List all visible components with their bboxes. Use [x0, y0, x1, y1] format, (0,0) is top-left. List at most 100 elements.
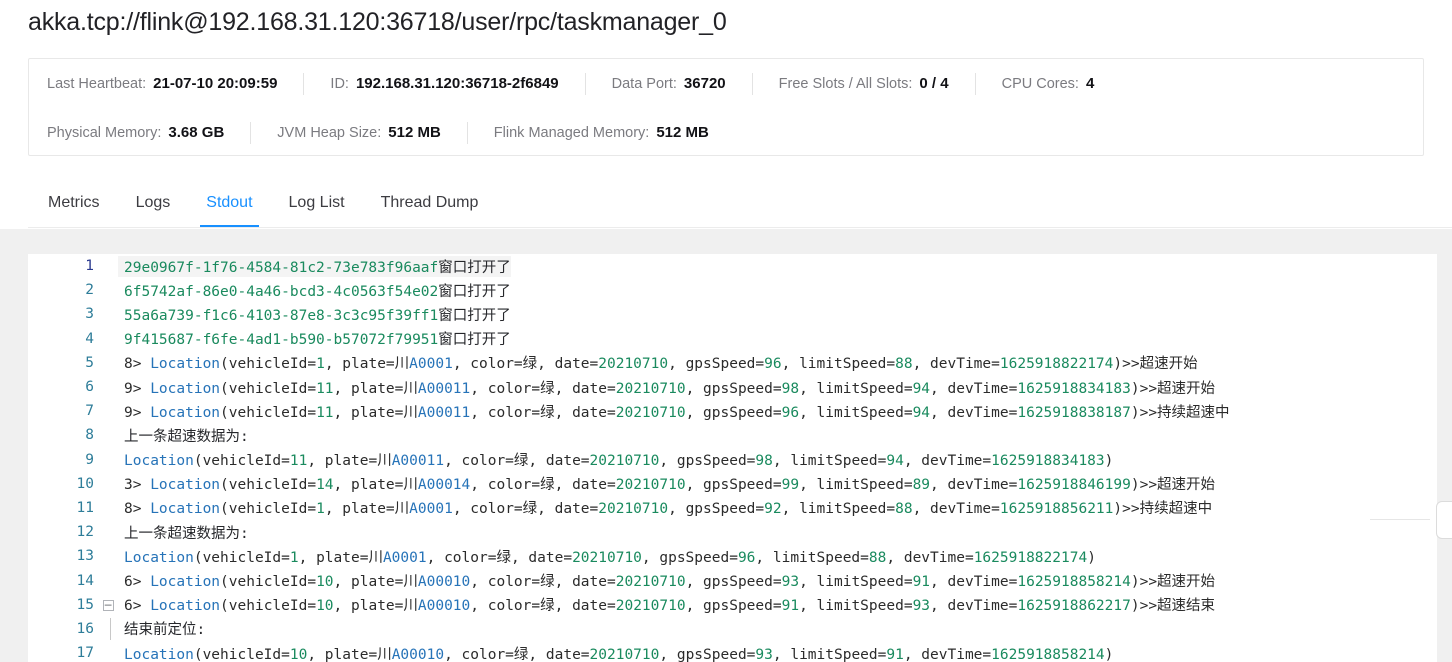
- code-text: 8> Location(vehicleId=1, plate=川A0001, c…: [118, 497, 1212, 518]
- code-token: (vehicleId=: [193, 646, 290, 662]
- code-line[interactable]: 4 9f415687-f6fe-4ad1-b590-b57072f79951窗口打…: [28, 327, 1437, 351]
- tab-metrics[interactable]: Metrics: [28, 178, 118, 227]
- info-label: Flink Managed Memory:: [493, 125, 650, 141]
- code-token: , color=绿, date=: [470, 477, 616, 494]
- code-token: 3>: [124, 477, 151, 494]
- code-token: 窗口打开了: [438, 332, 511, 349]
- code-text: Location(vehicleId=11, plate=川A00011, co…: [118, 449, 1113, 470]
- tab-logs[interactable]: Logs: [118, 178, 189, 227]
- code-token: 窗口打开了: [438, 259, 511, 276]
- code-token: 川: [394, 501, 410, 518]
- code-line[interactable]: 2 6f5742af-86e0-4a46-bcd3-4c0563f54e02窗口打…: [28, 278, 1437, 302]
- code-token: , limitSpeed=: [799, 380, 913, 397]
- code-line[interactable]: 13 Location(vehicleId=1, plate=川A0001, co…: [28, 544, 1437, 568]
- code-token: , limitSpeed=: [781, 501, 896, 518]
- tab-thread-dump[interactable]: Thread Dump: [363, 178, 497, 227]
- code-token: , gpsSpeed=: [685, 598, 782, 615]
- line-number: 4: [85, 330, 94, 347]
- code-line[interactable]: 1 29e0967f-1f76-4584-81c2-73e783f96aaf窗口打…: [28, 254, 1437, 278]
- code-text: 6> Location(vehicleId=10, plate=川A00010,…: [118, 570, 1215, 591]
- code-line[interactable]: 11 8> Location(vehicleId=1, plate=川A0001,…: [28, 496, 1437, 520]
- code-token: 98: [781, 380, 800, 397]
- code-token: 川: [403, 404, 418, 421]
- code-token: , devTime=: [930, 598, 1018, 615]
- code-token: 川: [403, 477, 418, 494]
- code-token: 20210710: [598, 356, 669, 373]
- code-token: , color=绿, date=: [444, 646, 590, 662]
- tab-stdout[interactable]: Stdout: [188, 178, 270, 227]
- code-token: 96: [781, 404, 800, 421]
- code-token: , limitSpeed=: [781, 356, 896, 373]
- code-token: A00014: [417, 477, 471, 494]
- code-token: 川: [403, 598, 418, 615]
- code-text: Location(vehicleId=10, plate=川A00010, co…: [118, 643, 1113, 662]
- code-token: 88: [895, 501, 913, 518]
- info-row-secondary: Physical Memory: 3.68 GB JVM Heap Size: 512…: [29, 108, 1423, 157]
- code-token: 89: [912, 477, 931, 494]
- code-line[interactable]: 12 上一条超速数据为:: [28, 520, 1437, 544]
- code-token: 1625918858214: [1017, 574, 1131, 591]
- code-token: , plate=: [298, 549, 369, 566]
- code-line[interactable]: 8 上一条超速数据为:: [28, 423, 1437, 447]
- line-number: 8: [85, 427, 94, 444]
- code-token: , color=绿, date=: [444, 453, 590, 470]
- code-token: (vehicleId=: [193, 549, 290, 566]
- code-line[interactable]: 6 9> Location(vehicleId=11, plate=川A00011…: [28, 375, 1437, 399]
- code-token: Location: [124, 549, 194, 566]
- code-line[interactable]: 16 结束前定位:: [28, 617, 1437, 641]
- code-line[interactable]: 7 9> Location(vehicleId=11, plate=川A00011…: [28, 399, 1437, 423]
- info-item: CPU Cores: 4: [1002, 75, 1095, 92]
- code-token: Location: [150, 380, 221, 397]
- code-token: , gpsSpeed=: [659, 453, 756, 470]
- code-token: (vehicleId=: [220, 356, 317, 373]
- code-token: (vehicleId=: [220, 598, 317, 615]
- info-label: Data Port:: [611, 76, 677, 92]
- code-token: 14: [316, 477, 334, 494]
- code-token: 窗口打开了: [438, 307, 511, 324]
- line-number: 7: [85, 403, 94, 420]
- info-label: Free Slots / All Slots:: [778, 76, 913, 92]
- code-token: , plate=: [307, 646, 378, 662]
- code-line[interactable]: 9 Location(vehicleId=11, plate=川A00011, c…: [28, 448, 1437, 472]
- info-value: 512 MB: [388, 124, 441, 141]
- code-text: 上一条超速数据为:: [118, 522, 249, 543]
- info-label: Physical Memory:: [47, 125, 162, 141]
- code-token: Location: [150, 477, 221, 494]
- code-token: A0001: [382, 549, 427, 566]
- code-token: 91: [781, 598, 800, 615]
- code-line[interactable]: 5 8> Location(vehicleId=1, plate=川A0001, …: [28, 351, 1437, 375]
- code-token: 94: [912, 404, 931, 421]
- code-line[interactable]: 17 Location(vehicleId=10, plate=川A00010, …: [28, 641, 1437, 662]
- code-token: , plate=: [333, 404, 404, 421]
- fold-collapse-icon[interactable]: ─: [102, 599, 114, 611]
- code-token: 1625918858214: [991, 646, 1105, 662]
- code-token: , color=绿, date=: [470, 598, 616, 615]
- tab-log-list[interactable]: Log List: [271, 178, 363, 227]
- stdout-code-editor[interactable]: 1 29e0967f-1f76-4584-81c2-73e783f96aaf窗口打…: [28, 254, 1437, 662]
- code-token: 20210710: [589, 646, 660, 662]
- code-line[interactable]: 3 55a6a739-f1c6-4103-87e8-3c3c95f39ff1窗口打…: [28, 302, 1437, 326]
- code-token: , gpsSpeed=: [668, 356, 765, 373]
- code-line[interactable]: 15 ─ 6> Location(vehicleId=10, plate=川A000…: [28, 593, 1437, 617]
- code-token: , devTime=: [930, 380, 1018, 397]
- code-token: A00010: [417, 574, 471, 591]
- code-token: ): [1104, 453, 1114, 470]
- code-token: , limitSpeed=: [755, 549, 869, 566]
- code-line[interactable]: 10 3> Location(vehicleId=14, plate=川A0001…: [28, 472, 1437, 496]
- edge-floating-card[interactable]: [1436, 501, 1452, 539]
- code-token: 11: [316, 404, 334, 421]
- code-token: , color=绿, date=: [470, 404, 616, 421]
- code-token: 川: [403, 574, 418, 591]
- code-token: 10: [316, 574, 334, 591]
- code-token: , plate=: [333, 380, 404, 397]
- code-line[interactable]: 14 6> Location(vehicleId=10, plate=川A0001…: [28, 568, 1437, 592]
- tab-list: Metrics Logs Stdout Log List Thread Dump: [28, 178, 1452, 227]
- code-token: 94: [886, 453, 904, 470]
- code-token: 20210710: [615, 477, 686, 494]
- code-text: 结束前定位:: [118, 618, 205, 639]
- code-token: , devTime=: [886, 549, 974, 566]
- code-token: 9>: [124, 380, 151, 397]
- code-token: 1625918856211: [999, 501, 1114, 518]
- code-token: , devTime=: [912, 356, 1000, 373]
- code-token: , gpsSpeed=: [685, 477, 782, 494]
